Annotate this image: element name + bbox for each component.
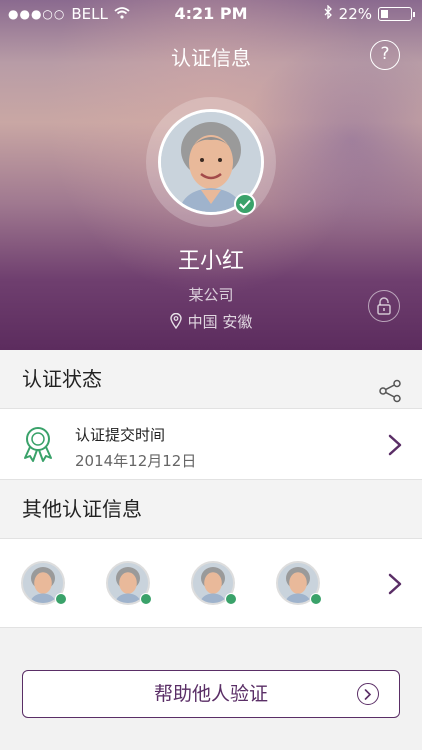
verified-check-icon (310, 593, 322, 605)
profile-name: 王小红 (177, 249, 244, 274)
verified-check-icon (140, 593, 152, 605)
certification-title: 认证提交时间 (75, 426, 166, 444)
share-icon[interactable] (378, 367, 402, 403)
location-text: 中国 安徽 (187, 313, 253, 331)
status-section-header: 认证状态 (0, 350, 422, 408)
certification-row[interactable]: 认证提交时间 2014年12月12日 (0, 408, 422, 480)
certification-date: 2014年12月12日 (75, 452, 197, 470)
profile-header: ●●●○○ BELL 4:21 PM 22% 认证信息 ? 王小红 某公司 中国… (0, 0, 422, 350)
profile-company: 某公司 (188, 286, 234, 304)
arrow-circle-right-icon (357, 683, 379, 705)
location-pin-icon (169, 312, 182, 333)
verified-check-icon (234, 193, 256, 215)
help-verify-button[interactable]: 帮助他人验证 (22, 670, 400, 718)
lock-icon[interactable] (368, 290, 400, 322)
help-icon[interactable]: ? (370, 40, 400, 70)
status-section-title: 认证状态 (22, 367, 102, 391)
award-icon (20, 425, 56, 467)
battery-percent: 22% (338, 5, 372, 23)
others-section-title: 其他认证信息 (22, 497, 142, 521)
bluetooth-icon (324, 4, 333, 23)
verified-check-icon (225, 593, 237, 605)
verified-check-icon (55, 593, 67, 605)
avatar-ring (146, 97, 276, 227)
page-title: 认证信息 (171, 46, 251, 70)
profile-location: 中国 安徽 (0, 311, 422, 333)
chevron-right-icon[interactable] (388, 434, 402, 456)
status-bar: ●●●○○ BELL 4:21 PM 22% (0, 0, 422, 28)
others-row[interactable] (0, 538, 422, 628)
others-section-header: 其他认证信息 (0, 480, 422, 538)
help-verify-label: 帮助他人验证 (153, 683, 268, 705)
battery-icon (378, 7, 415, 21)
chevron-right-icon[interactable] (388, 573, 402, 595)
